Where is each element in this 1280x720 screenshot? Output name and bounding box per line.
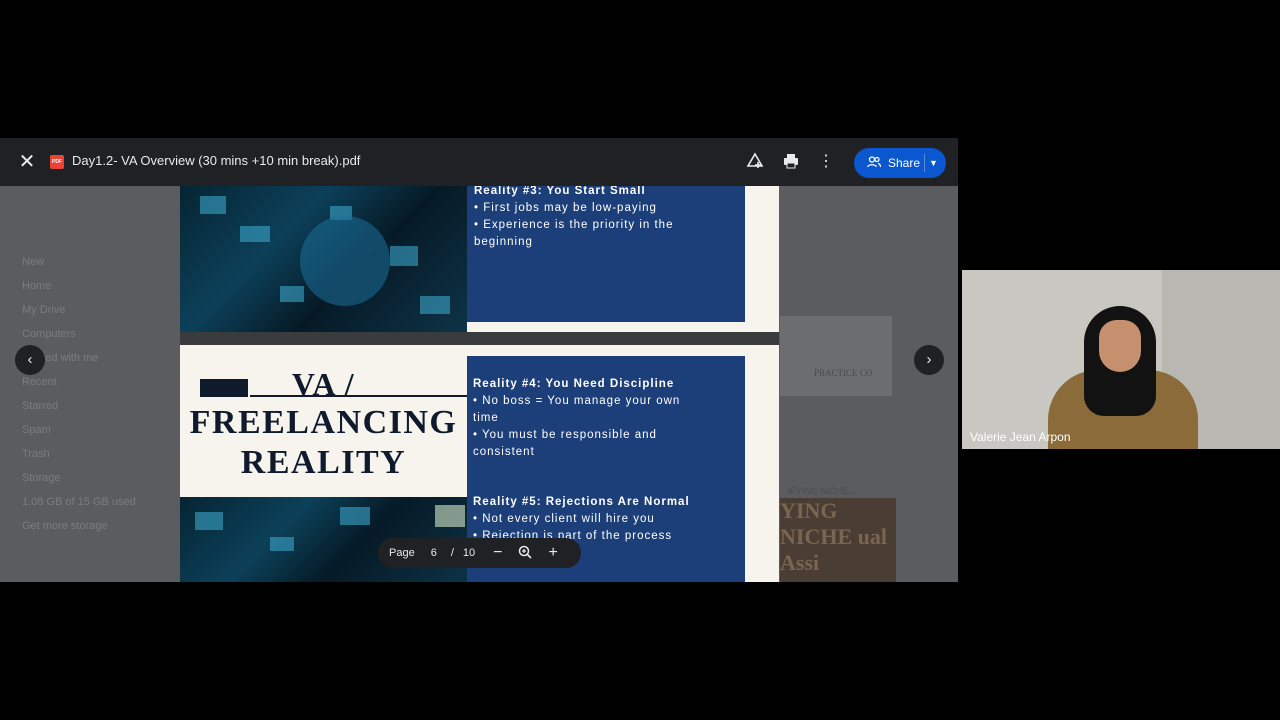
drive-thumbnail: PRACTICE CO (780, 316, 892, 396)
drive-starred: Starred (22, 400, 59, 412)
add-to-drive-icon[interactable] (745, 152, 765, 172)
drive-file-label: IFYING NICHE... (788, 486, 857, 496)
close-icon[interactable]: ✕ (18, 152, 36, 172)
share-label: Share (888, 156, 921, 170)
total-pages: 10 (462, 547, 476, 559)
cyber-collage-image (180, 186, 467, 332)
drive-new-button: New (22, 256, 45, 268)
drive-thumb2-text: YING NICHE ual Assi (780, 498, 887, 575)
slide-title-line-3: REALITY (240, 444, 407, 481)
pdf-viewer[interactable]: Reality #3: You Start Small • First jobs… (180, 186, 779, 582)
share-dropdown-icon[interactable]: ▼ (929, 148, 938, 178)
share-button[interactable]: Share ▼ (854, 148, 946, 178)
drive-storage-used: 1.08 GB of 15 GB used (22, 496, 136, 508)
reality4-point-1: • No boss = You manage your own (473, 395, 681, 407)
print-icon[interactable] (781, 152, 801, 172)
drive-thumbnail-2: YING NICHE ual Assi (780, 498, 896, 582)
slide-title: VA / FREELANCING REALITY (180, 365, 467, 483)
current-page-input[interactable]: 6 (431, 547, 437, 559)
drive-recent: Recent (22, 376, 57, 388)
drive-file-grid: PRACTICE CO IFYING NICHE... YING NICHE u… (780, 246, 958, 582)
reality3-point-2: • Experience is the priority in the (474, 219, 674, 231)
reality4-point-2: time (473, 412, 499, 424)
participant-face (1099, 320, 1141, 372)
drive-get-storage: Get more storage (22, 520, 108, 532)
reality3-text: Reality #3: You Start Small • First jobs… (474, 186, 744, 251)
previous-page-button[interactable]: ‹ (15, 345, 45, 375)
page-separator: / (450, 547, 454, 559)
drive-spam: Spam (22, 424, 51, 436)
document-title: Day1.2- VA Overview (30 mins +10 min bre… (72, 153, 361, 168)
drive-my-drive: My Drive (22, 304, 66, 316)
page-navigation-bar: Page 6 / 10 − + (378, 538, 581, 568)
drive-trash: Trash (22, 448, 50, 460)
reality3-heading: Reality #3: You Start Small (474, 186, 646, 197)
drive-home: Home (22, 280, 52, 292)
reality4-text: Reality #4: You Need Discipline • No bos… (473, 376, 743, 461)
reality4-point-3: • You must be responsible and (473, 429, 657, 441)
drive-storage: Storage (22, 472, 61, 484)
drive-thumb-text: PRACTICE CO (814, 368, 873, 378)
drive-computers: Computers (22, 328, 76, 340)
page-label: Page (389, 547, 415, 559)
share-divider (924, 154, 925, 172)
viewer-top-bar: ✕ PDF Day1.2- VA Overview (30 mins +10 m… (0, 138, 958, 186)
drive-sidebar: New Home My Drive Computers Shared with … (22, 250, 172, 538)
zoom-icon[interactable] (518, 545, 533, 562)
more-options-icon[interactable]: ⋮ (816, 152, 836, 172)
slide-title-line-2: FREELANCING (189, 404, 458, 441)
screen-share-area: New Home My Drive Computers Shared with … (0, 138, 958, 582)
people-icon (867, 155, 882, 171)
slide-title-line-1: VA / (291, 366, 356, 402)
reality3-point-3: beginning (474, 236, 533, 248)
reality5-point-1: • Not every client will hire you (473, 513, 655, 525)
reality4-heading: Reality #4: You Need Discipline (473, 378, 675, 390)
next-page-button[interactable]: › (914, 345, 944, 375)
reality4-point-4: consistent (473, 446, 535, 458)
zoom-out-icon[interactable]: − (493, 544, 502, 562)
pdf-page-5: Reality #3: You Start Small • First jobs… (180, 186, 779, 332)
reality3-point-1: • First jobs may be low-paying (474, 202, 657, 214)
reality5-heading: Reality #5: Rejections Are Normal (473, 496, 690, 508)
participant-name: Valerie Jean Arpon (970, 430, 1071, 444)
zoom-in-icon[interactable]: + (548, 544, 557, 562)
participant-video: Valerie Jean Arpon (962, 270, 1280, 449)
pdf-file-icon: PDF (50, 155, 64, 169)
